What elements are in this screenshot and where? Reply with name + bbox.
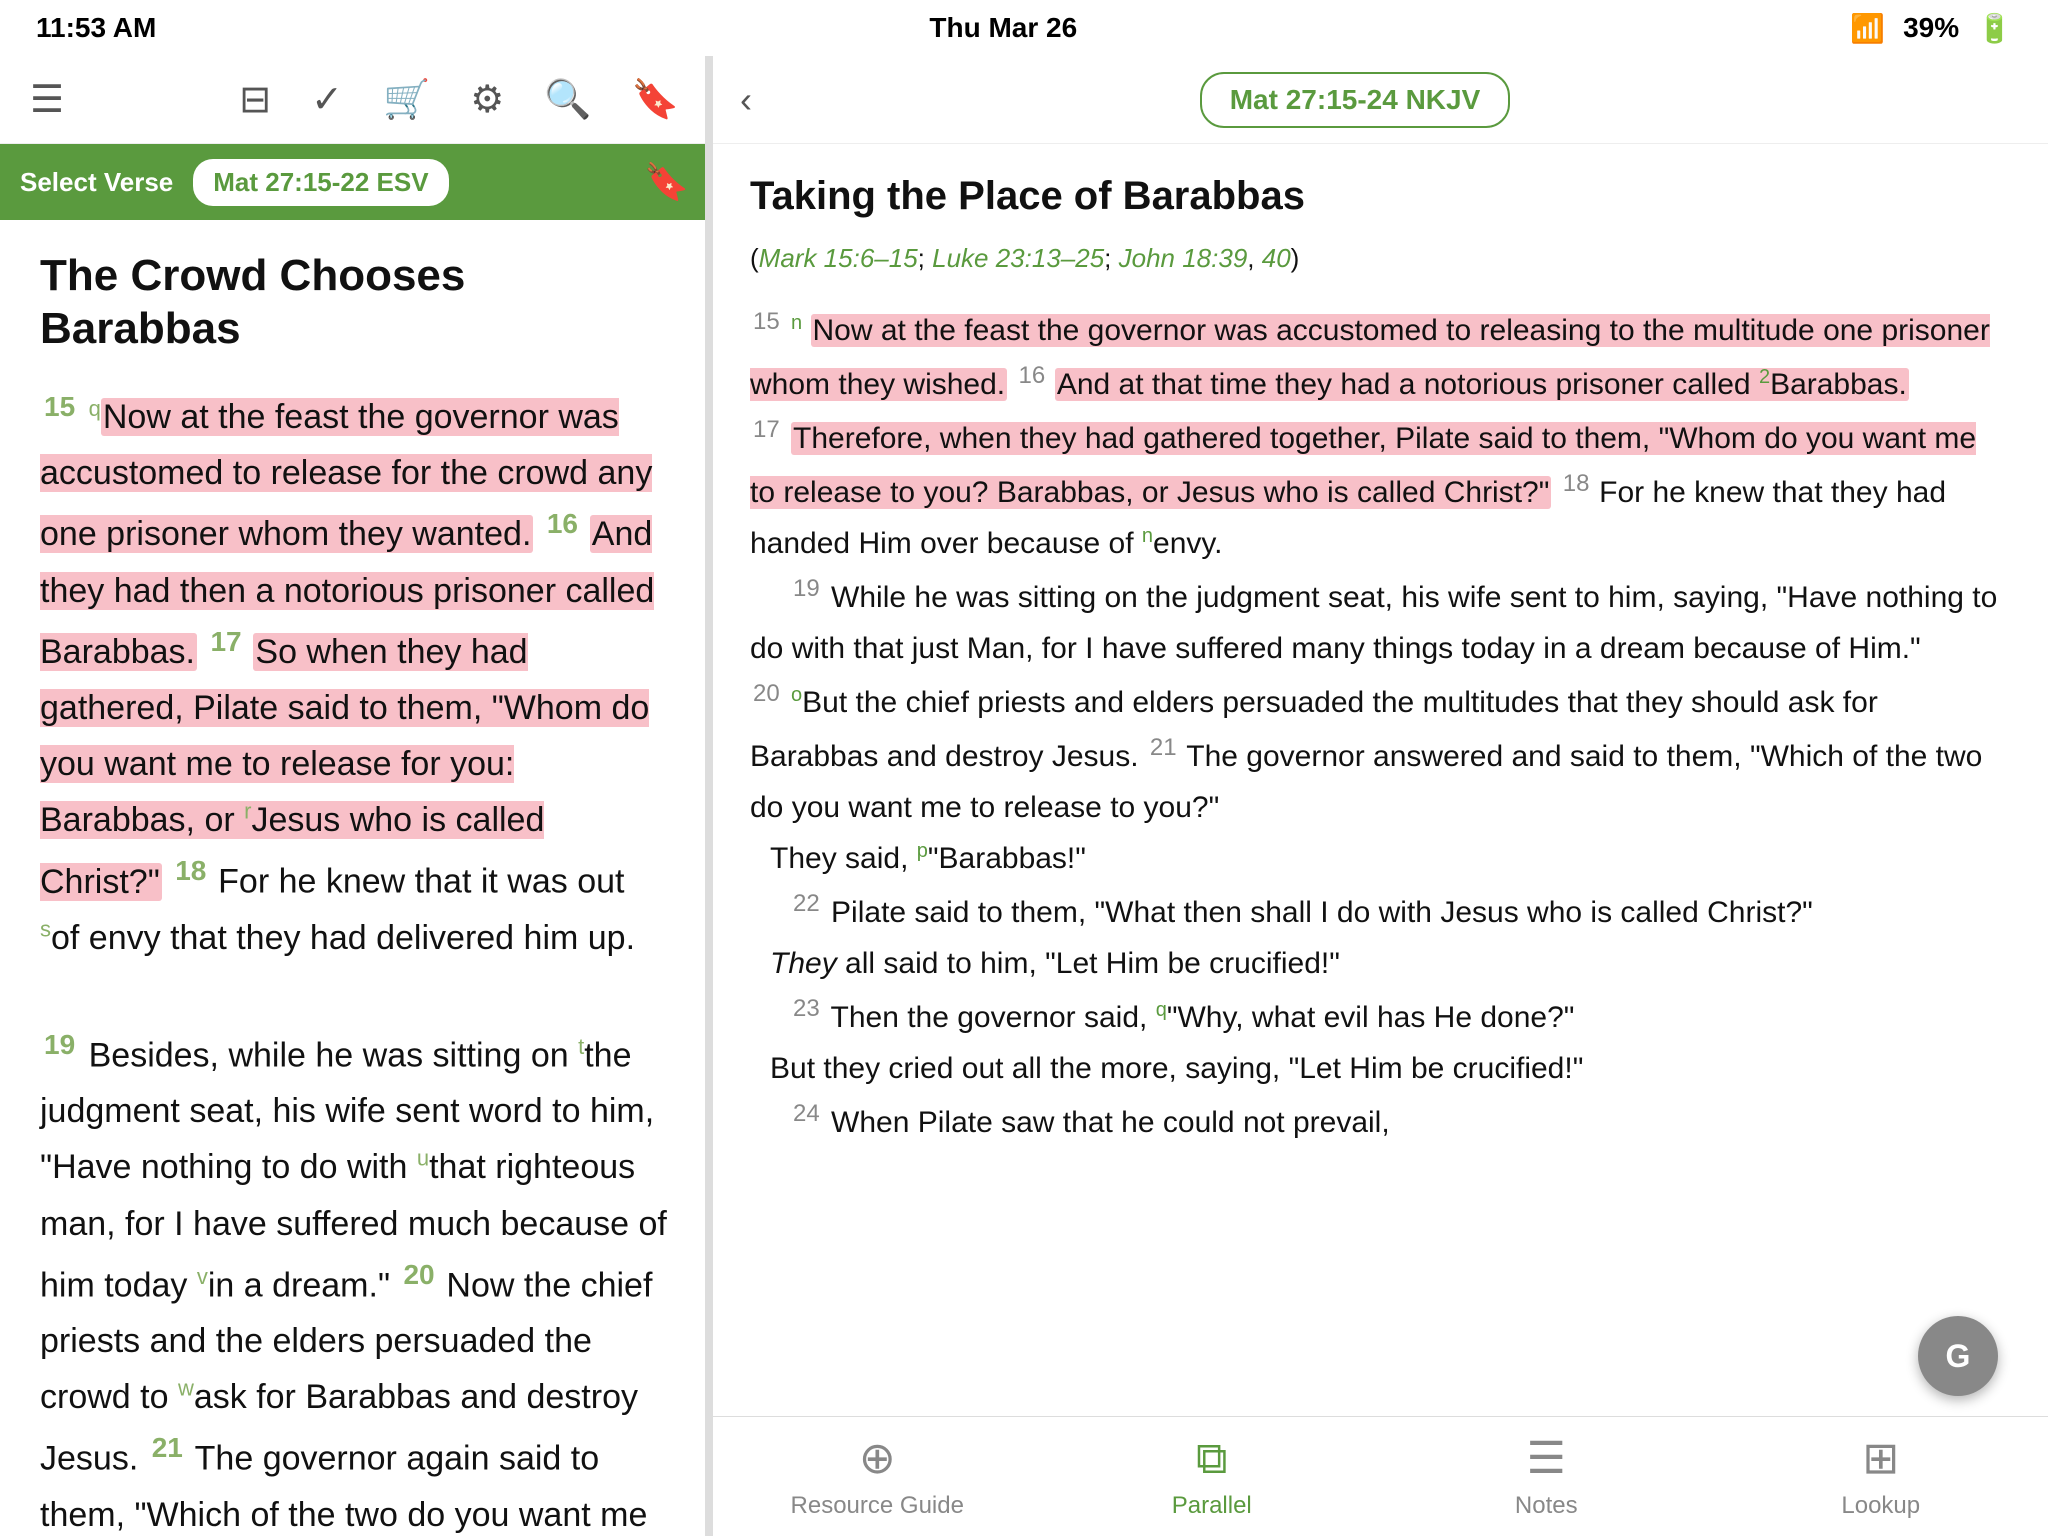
select-verse-button[interactable]: Select Verse: [20, 167, 173, 198]
bookmark-icon[interactable]: 🔖: [632, 78, 679, 122]
wifi-icon: 📶: [1850, 12, 1885, 45]
back-button[interactable]: ‹: [740, 79, 752, 121]
footnote-q: q: [89, 396, 101, 421]
right-verse-num-15: 15: [753, 308, 780, 335]
menu-icon[interactable]: ☰: [30, 77, 64, 122]
right-verse-text-nkjv: 15 n Now at the feast the governor was a…: [750, 302, 2008, 1148]
verse-num-19: 19: [44, 1029, 75, 1060]
right-verse-num-24: 24: [793, 1100, 820, 1127]
cross-ref-john40[interactable]: 40: [1262, 243, 1291, 273]
right-verse-num-22: 22: [793, 890, 820, 917]
right-content: Taking the Place of Barabbas (Mark 15:6–…: [710, 144, 2048, 1416]
status-time: 11:53 AM: [36, 12, 156, 44]
settings-icon[interactable]: ⚙: [470, 77, 504, 122]
right-verse-num-17: 17: [753, 416, 780, 443]
verse-num-20: 20: [403, 1259, 442, 1290]
cross-refs: (Mark 15:6–15; Luke 23:13–25; John 18:39…: [750, 239, 2008, 278]
bottom-navigation: ⊕ Resource Guide ⧉ Parallel ☰ Notes ⊞ Lo…: [710, 1416, 2048, 1536]
parallel-icon: ⧉: [1196, 1434, 1227, 1484]
notes-icon: ☰: [1527, 1433, 1566, 1484]
passage-title: The Crowd Chooses Barabbas: [40, 250, 669, 356]
parallel-label: Parallel: [1172, 1492, 1252, 1520]
search-icon[interactable]: 🔍: [544, 78, 591, 122]
right-passage-title: Taking the Place of Barabbas: [750, 174, 2008, 219]
right-verse-num-20: 20: [753, 680, 780, 707]
verse-ref-badge[interactable]: Mat 27:15-22 ESV: [193, 159, 448, 206]
right-header: ‹ Mat 27:15-24 NKJV: [710, 56, 2048, 144]
nav-tab-parallel[interactable]: ⧉ Parallel: [1045, 1424, 1380, 1530]
float-action-button[interactable]: G: [1918, 1316, 1998, 1396]
lookup-label: Lookup: [1841, 1492, 1920, 1520]
right-verse-num-23: 23: [793, 995, 820, 1022]
left-header-bar: Select Verse Mat 27:15-22 ESV 🔖: [0, 144, 709, 220]
notes-label: Notes: [1515, 1492, 1578, 1520]
lookup-icon: ⊞: [1862, 1433, 1899, 1484]
verse-text-esv: 15 qNow at the feast the governor was ac…: [40, 384, 669, 1536]
verse-num-18: 18: [175, 855, 214, 886]
left-content: The Crowd Chooses Barabbas 15 qNow at th…: [0, 220, 709, 1536]
cart-icon[interactable]: 🛒: [383, 78, 430, 122]
right-verse-num-19: 19: [793, 575, 820, 602]
status-date: Thu Mar 26: [929, 12, 1077, 44]
cross-ref-mark[interactable]: Mark 15:6–15: [759, 243, 918, 273]
verse-num-21: 21: [152, 1432, 191, 1463]
right-verse-badge[interactable]: Mat 27:15-24 NKJV: [1200, 72, 1511, 128]
verse-num-15: 15: [44, 391, 75, 422]
nav-tab-notes[interactable]: ☰ Notes: [1379, 1423, 1714, 1530]
resource-guide-label: Resource Guide: [791, 1492, 964, 1520]
nav-tab-lookup[interactable]: ⊞ Lookup: [1714, 1423, 2048, 1530]
nav-tab-resource-guide[interactable]: ⊕ Resource Guide: [710, 1423, 1045, 1530]
library-icon[interactable]: ⊟: [239, 77, 271, 122]
cross-ref-john[interactable]: John 18:39: [1119, 243, 1248, 273]
battery-indicator: 39%: [1903, 12, 1959, 44]
header-bookmark-icon[interactable]: 🔖: [644, 161, 689, 203]
check-icon[interactable]: ✓: [311, 77, 343, 122]
left-toolbar: ☰ ⊟ ✓ 🛒 ⚙ 🔍 🔖: [0, 56, 709, 144]
cross-ref-luke[interactable]: Luke 23:13–25: [932, 243, 1104, 273]
battery-icon: 🔋: [1977, 12, 2012, 45]
verse-num-16: 16: [547, 508, 586, 539]
resource-guide-icon: ⊕: [859, 1433, 896, 1484]
verse-num-17: 17: [210, 626, 249, 657]
